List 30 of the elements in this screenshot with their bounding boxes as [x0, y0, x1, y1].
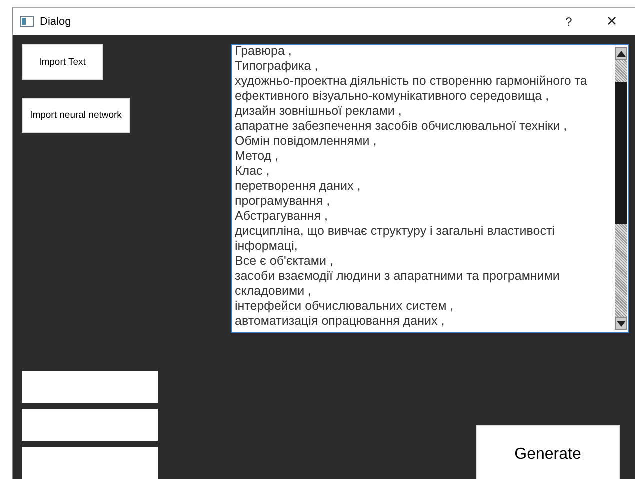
import-button[interactable]: Import neural network [22, 98, 130, 133]
text-line: Абстрагування , [235, 209, 330, 224]
scroll-down-button[interactable] [615, 317, 627, 330]
text-line: дисципліна, що вивчає структуру і загальні властивості інформаці, [235, 224, 556, 254]
window-icon [20, 16, 34, 27]
text-line: Гравюра , [235, 45, 293, 59]
close-button[interactable]: × [589, 8, 635, 35]
input-field[interactable] [22, 409, 158, 441]
input-field[interactable] [22, 447, 158, 479]
scroll-up-button[interactable] [615, 47, 627, 60]
scroll-up-icon[interactable] [616, 50, 626, 56]
window-title: Dialog [40, 16, 72, 28]
text-line: дизайн зовнішньої реклами , [235, 104, 403, 119]
input-field[interactable] [22, 371, 158, 403]
import-button[interactable]: Import Text [22, 44, 103, 80]
scroll-down-icon[interactable] [616, 320, 626, 326]
text-area[interactable] [231, 44, 629, 333]
text-line: автоматизація опрацювання даних , [235, 314, 446, 329]
text-line: Клас , [235, 164, 271, 179]
text-line: інтерфейси обчислювальних систем , [235, 299, 455, 314]
text-line: апаратне забезпечення засобів обчислювальної техніки , [235, 119, 568, 134]
text-line: Обмін повідомленнями , [235, 134, 378, 149]
text-line: Типографика , [235, 59, 320, 74]
text-line: Метод , [235, 149, 280, 164]
text-line: Все є об'єктами , [235, 254, 334, 269]
help-button[interactable]: ? [549, 8, 589, 35]
generate-button[interactable]: Generate [476, 425, 620, 479]
text-line: програмування , [235, 194, 332, 209]
text-line: перетворення даних , [235, 179, 362, 194]
scroll-thumb[interactable] [615, 82, 627, 224]
